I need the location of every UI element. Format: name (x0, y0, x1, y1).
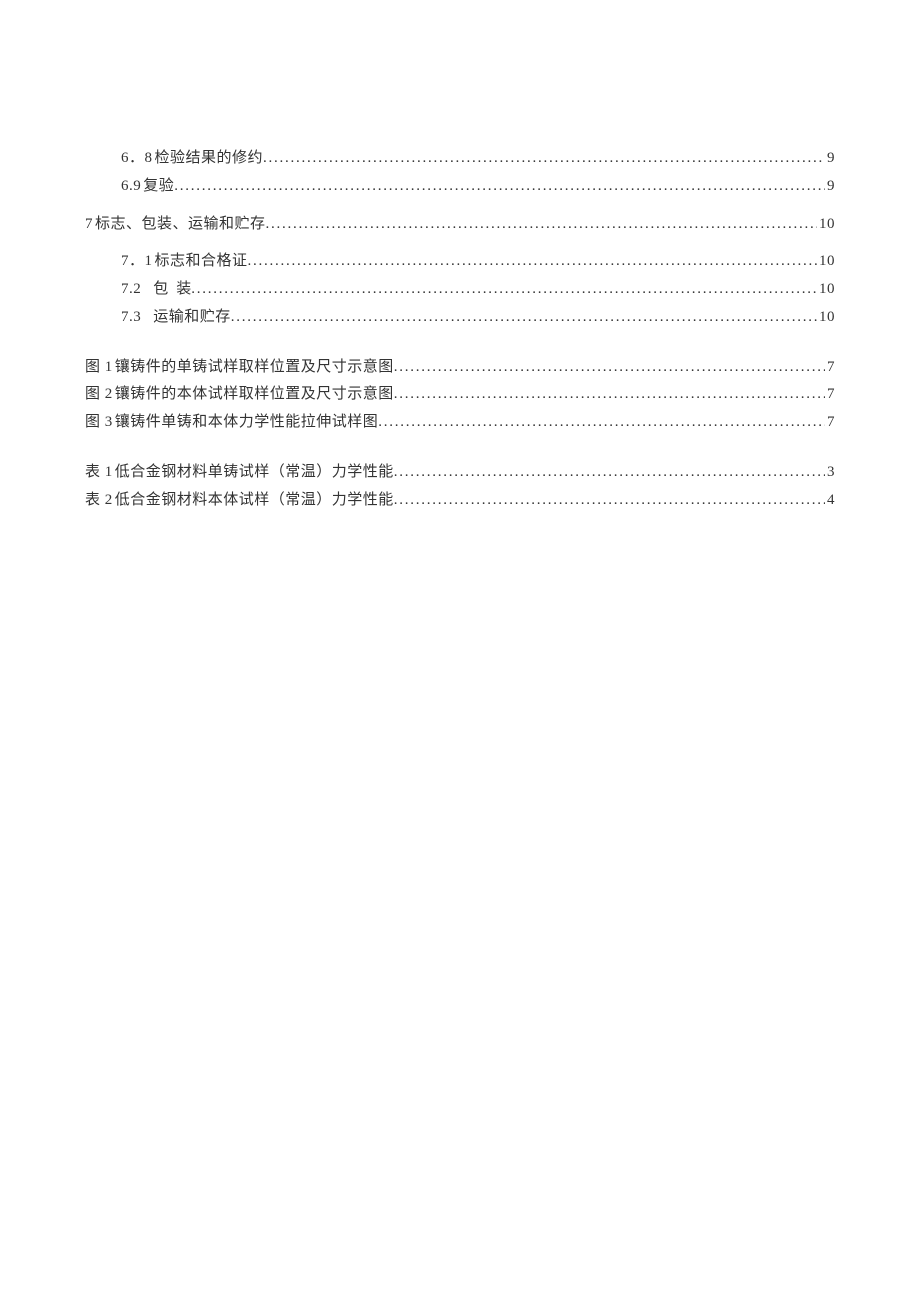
toc-label: 图 2 (85, 381, 113, 409)
toc-number: 6．8 (121, 145, 153, 173)
toc-page: 10 (817, 276, 835, 304)
toc-label: 图 1 (85, 354, 113, 382)
toc-page: 7 (825, 354, 835, 382)
toc-leader-dots (394, 459, 825, 487)
toc-leader-dots (394, 354, 825, 382)
toc-number: 7.2 (121, 276, 141, 304)
toc-entry-7: 7 标志、包装、运输和贮存 10 (85, 211, 835, 239)
toc-leader-dots (263, 145, 825, 173)
toc-page: 4 (825, 487, 835, 515)
toc-figure-1: 图 1 镶铸件的单铸试样取样位置及尺寸示意图 7 (85, 354, 835, 382)
toc-entry-7-3: 7.3 运输和贮存 10 (85, 304, 835, 332)
toc-table-2: 表 2 低合金钢材料本体试样（常温）力学性能 4 (85, 487, 835, 515)
toc-title: 镶铸件单铸和本体力学性能拉伸试样图 (115, 409, 379, 437)
spacer (85, 437, 835, 459)
toc-figure-2: 图 2 镶铸件的本体试样取样位置及尺寸示意图 7 (85, 381, 835, 409)
toc-page: 7 (825, 381, 835, 409)
toc-title: 运输和贮存 (153, 304, 231, 332)
toc-number: 6.9 (121, 173, 141, 201)
toc-title: 低合金钢材料本体试样（常温）力学性能 (115, 487, 394, 515)
toc-title: 检验结果的修约 (155, 145, 264, 173)
toc-title: 复验 (143, 173, 174, 201)
toc-table-1: 表 1 低合金钢材料单铸试样（常温）力学性能 3 (85, 459, 835, 487)
toc-page: 10 (817, 211, 835, 239)
spacer (85, 201, 835, 211)
spacer (85, 238, 835, 248)
toc-page: 3 (825, 459, 835, 487)
toc-entry-6-9: 6.9 复验 9 (85, 173, 835, 201)
toc-entry-7-2: 7.2 包装 10 (85, 276, 835, 304)
toc-label: 表 1 (85, 459, 113, 487)
toc-title: 标志和合格证 (155, 248, 248, 276)
toc-entry-7-1: 7．1 标志和合格证 10 (85, 248, 835, 276)
spacer (85, 332, 835, 354)
toc-leader-dots (231, 304, 817, 332)
toc-entry-6-8: 6．8 检验结果的修约 9 (85, 145, 835, 173)
toc-page: 9 (825, 145, 835, 173)
toc-number: 7 (85, 211, 93, 239)
toc-page: 9 (825, 173, 835, 201)
toc-leader-dots (174, 173, 825, 201)
toc-leader-dots (248, 248, 817, 276)
toc-title: 镶铸件的单铸试样取样位置及尺寸示意图 (115, 354, 394, 382)
toc-title: 镶铸件的本体试样取样位置及尺寸示意图 (115, 381, 394, 409)
toc-label: 表 2 (85, 487, 113, 515)
toc-title: 低合金钢材料单铸试样（常温）力学性能 (115, 459, 394, 487)
toc-leader-dots (266, 211, 817, 239)
toc-page: 7 (825, 409, 835, 437)
toc-label: 图 3 (85, 409, 113, 437)
toc-leader-dots (394, 487, 825, 515)
toc-figure-3: 图 3 镶铸件单铸和本体力学性能拉伸试样图 7 (85, 409, 835, 437)
toc-title: 标志、包装、运输和贮存 (95, 211, 266, 239)
toc-number: 7.3 (121, 304, 141, 332)
toc-leader-dots (191, 276, 817, 304)
toc-page: 10 (817, 248, 835, 276)
toc-number: 7．1 (121, 248, 153, 276)
toc-leader-dots (378, 409, 825, 437)
toc-page: 10 (817, 304, 835, 332)
toc-leader-dots (394, 381, 825, 409)
